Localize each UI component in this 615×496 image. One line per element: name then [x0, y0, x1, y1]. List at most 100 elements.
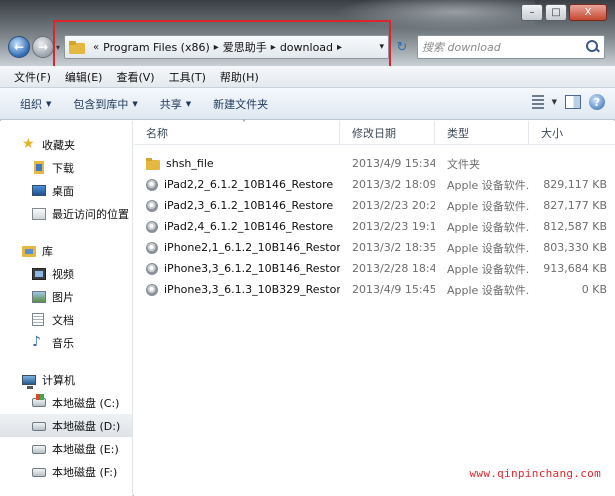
file-name: iPad2,4_6.1.2_10B146_Restore [164, 220, 334, 233]
file-date: 2013/2/28 18:46 [352, 262, 435, 275]
menu-tools[interactable]: 工具(T) [169, 69, 206, 85]
new-folder-button[interactable]: 新建文件夹 [213, 96, 268, 112]
forward-button[interactable]: → [32, 36, 54, 58]
menu-view[interactable]: 查看(V) [116, 69, 154, 85]
sidebar-item-label: 视频 [52, 267, 74, 281]
sidebar-item-drive-c[interactable]: 本地磁盘 (C:) [0, 391, 132, 414]
menu-edit[interactable]: 编辑(E) [65, 69, 103, 85]
sidebar-item-label: 本地磁盘 (F:) [52, 465, 118, 479]
sidebar-computer[interactable]: 计算机 [0, 368, 132, 391]
file-size: 803,330 KB [543, 241, 607, 254]
chevron-down-icon[interactable]: ▼ [552, 98, 557, 106]
file-name: iPhone2,1_6.1.2_10B146_Restore [164, 241, 340, 254]
file-name: iPad2,2_6.1.2_10B146_Restore [164, 178, 334, 191]
share-label: 共享 [159, 97, 182, 111]
column-headers: ˄ 名称 修改日期 类型 大小 [134, 119, 615, 145]
back-button[interactable]: ← [8, 36, 30, 58]
file-name: iPhone3,3_6.1.2_10B146_Restore [164, 262, 340, 275]
search-icon[interactable] [586, 40, 600, 54]
file-row[interactable]: iPad2,4_6.1.2_10B146_Restore 2013/2/23 1… [134, 216, 615, 237]
navigation-pane: ★ 收藏夹 下载 桌面 最近访问的位置 库 视频 图片 文档 ♪ 音乐 计算机 … [0, 121, 133, 496]
file-size: 827,177 KB [543, 199, 607, 212]
maximize-button[interactable]: □ [545, 4, 567, 21]
sidebar-item-videos[interactable]: 视频 [0, 262, 132, 285]
view-options-icon[interactable] [531, 95, 544, 109]
menu-bar: 文件(F) 编辑(E) 查看(V) 工具(T) 帮助(H) [0, 66, 615, 88]
file-row[interactable]: iPhone2,1_6.1.2_10B146_Restore 2013/3/2 … [134, 237, 615, 258]
site-watermark: www.qinpinchang.com [469, 467, 601, 480]
sidebar-libraries[interactable]: 库 [0, 239, 132, 262]
include-in-library-label: 包含到库中 [73, 97, 129, 111]
column-header-type[interactable]: 类型 [435, 121, 529, 144]
preview-pane-icon[interactable] [565, 95, 581, 109]
window-controls: – □ X [521, 4, 607, 21]
include-in-library-button[interactable]: 包含到库中 ▼ [73, 96, 137, 112]
file-date: 2013/3/2 18:09 [352, 178, 435, 191]
sidebar-item-drive-d[interactable]: 本地磁盘 (D:) [0, 414, 132, 437]
sidebar-item-label: 库 [42, 244, 53, 258]
column-header-date[interactable]: 修改日期 [340, 121, 435, 144]
sidebar-item-label: 音乐 [52, 336, 74, 350]
sort-arrow-icon: ˄ [242, 119, 246, 128]
file-name-cell: iPad2,3_6.1.2_10B146_Restore [134, 199, 340, 212]
sidebar-item-music[interactable]: ♪ 音乐 [0, 331, 132, 354]
chevron-down-icon: ▼ [185, 99, 192, 108]
video-icon [32, 267, 46, 280]
sidebar-item-label: 计算机 [42, 373, 75, 387]
minimize-button[interactable]: – [521, 4, 543, 21]
sidebar-item-pictures[interactable]: 图片 [0, 285, 132, 308]
refresh-button[interactable]: ↻ [392, 37, 412, 57]
file-size: 829,117 KB [543, 178, 607, 191]
sidebar-item-desktop[interactable]: 桌面 [0, 179, 132, 202]
sidebar-item-documents[interactable]: 文档 [0, 308, 132, 331]
organize-button[interactable]: 组织 ▼ [20, 96, 51, 112]
file-row[interactable]: iPhone3,3_6.1.3_10B329_Restore 2013/4/9 … [134, 279, 615, 300]
file-row[interactable]: iPad2,3_6.1.2_10B146_Restore 2013/2/23 2… [134, 195, 615, 216]
file-row[interactable]: shsh_file 2013/4/9 15:34 文件夹 [134, 153, 615, 174]
help-icon[interactable]: ? [589, 94, 605, 110]
file-date: 2013/2/23 19:10 [352, 220, 435, 233]
file-type: Apple 设备软件... [447, 283, 529, 297]
sidebar-item-drive-e[interactable]: 本地磁盘 (E:) [0, 437, 132, 460]
drive-icon [32, 422, 46, 431]
file-row[interactable]: iPhone3,3_6.1.2_10B146_Restore 2013/2/28… [134, 258, 615, 279]
recent-places-icon [32, 207, 46, 220]
sidebar-item-downloads[interactable]: 下载 [0, 156, 132, 179]
file-name-cell: iPhone3,3_6.1.3_10B329_Restore [134, 283, 340, 296]
sidebar-item-label: 本地磁盘 (E:) [52, 442, 119, 456]
search-input[interactable] [422, 40, 582, 54]
sidebar-item-drive-f[interactable]: 本地磁盘 (F:) [0, 460, 132, 483]
ipsw-file-icon [146, 262, 158, 275]
share-button[interactable]: 共享 ▼ [160, 96, 191, 112]
libraries-icon [22, 244, 36, 257]
file-name-cell: shsh_file [134, 157, 340, 170]
ipsw-file-icon [146, 283, 158, 296]
search-box[interactable] [417, 35, 605, 59]
desktop-icon [32, 185, 46, 196]
sidebar-favorites[interactable]: ★ 收藏夹 [0, 133, 132, 156]
sidebar-item-recent-places[interactable]: 最近访问的位置 [0, 202, 132, 225]
file-name-cell: iPad2,4_6.1.2_10B146_Restore [134, 220, 340, 233]
file-type: Apple 设备软件... [447, 220, 529, 234]
file-type: Apple 设备软件... [447, 262, 529, 276]
menu-file[interactable]: 文件(F) [14, 69, 51, 85]
column-header-name[interactable]: 名称 [134, 121, 340, 144]
column-header-size[interactable]: 大小 [529, 121, 615, 144]
chevron-down-icon: ▼ [132, 99, 138, 108]
close-button[interactable]: X [569, 4, 607, 21]
file-date: 2013/4/9 15:34 [352, 157, 435, 170]
file-rows: shsh_file 2013/4/9 15:34 文件夹 iPad2,2_6.1… [134, 145, 615, 300]
ipsw-file-icon [146, 178, 158, 191]
file-date: 2013/4/9 15:45 [352, 283, 435, 296]
sidebar-item-label: 图片 [52, 290, 74, 304]
view-controls: ▼ ? [531, 94, 605, 110]
file-date: 2013/2/23 20:25 [352, 199, 435, 212]
drive-icon [32, 445, 46, 454]
ipsw-file-icon [146, 241, 158, 254]
file-row[interactable]: iPad2,2_6.1.2_10B146_Restore 2013/3/2 18… [134, 174, 615, 195]
drive-icon [32, 468, 46, 477]
file-type: 文件夹 [447, 157, 480, 171]
file-type: Apple 设备软件... [447, 178, 529, 192]
menu-help[interactable]: 帮助(H) [220, 69, 259, 85]
music-icon: ♪ [32, 334, 41, 350]
